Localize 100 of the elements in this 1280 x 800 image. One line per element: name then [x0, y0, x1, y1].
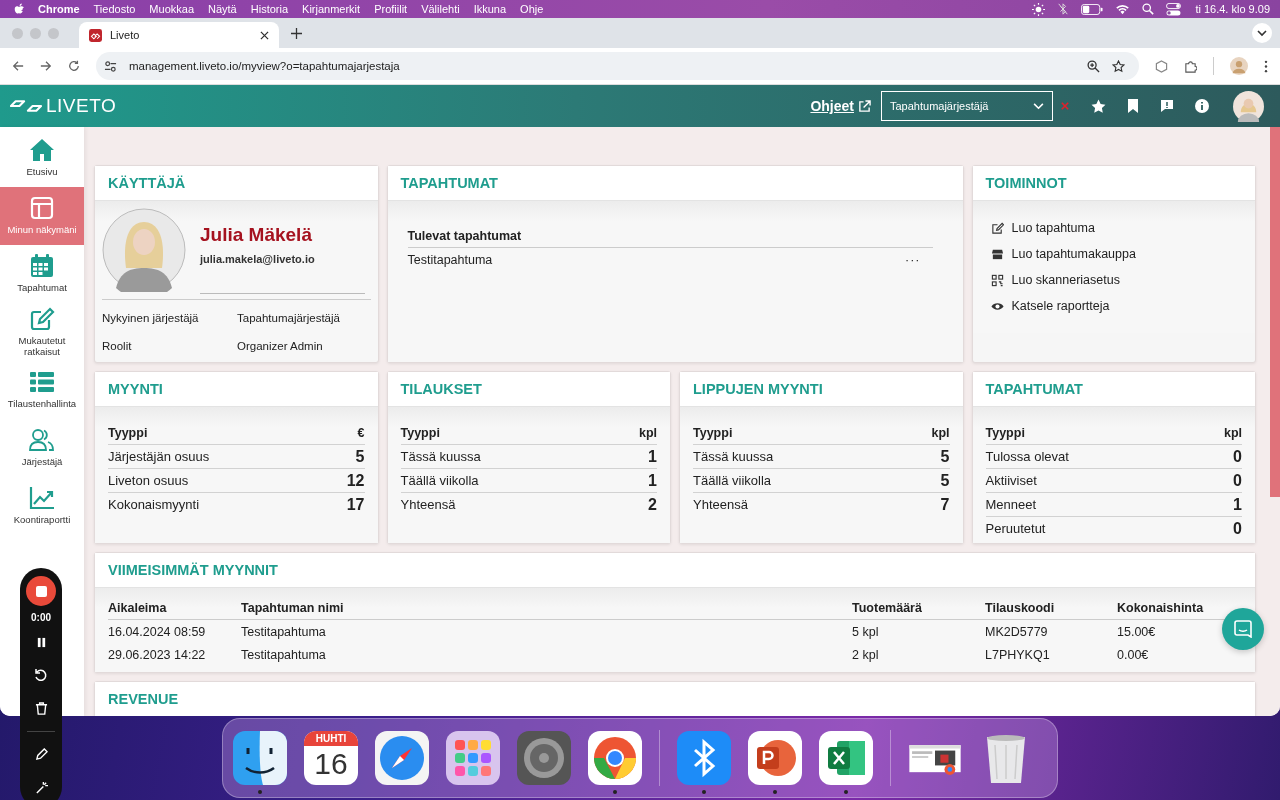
site-settings-icon[interactable] [104, 59, 117, 73]
table-cell: Kokonaismyynti [108, 497, 200, 512]
card-title: MYYNTI [95, 372, 378, 407]
undo-icon[interactable] [34, 668, 48, 682]
star-icon[interactable] [1112, 59, 1125, 73]
trash-icon[interactable] [34, 702, 48, 715]
presentation-app-icon[interactable] [748, 731, 802, 785]
more-icon[interactable] [1264, 59, 1268, 73]
column-header: kpl [1223, 425, 1242, 440]
logo-icon [10, 99, 42, 113]
menu-item[interactable]: Profiilit [374, 3, 408, 15]
home-icon [29, 138, 55, 163]
brightness-icon[interactable] [1032, 2, 1046, 16]
search-icon[interactable] [1142, 3, 1155, 15]
more-menu[interactable]: ··· [905, 253, 921, 267]
calendar-app-icon[interactable]: HUHTI 16 [304, 731, 358, 785]
clock-text[interactable]: ti 16.4. klo 9.09 [1195, 3, 1270, 15]
menu-item[interactable]: Välilehti [421, 3, 460, 15]
action-link[interactable]: Katsele raportteja [1011, 299, 1110, 313]
sidebar-item[interactable]: Tapahtumat [0, 245, 84, 303]
sidebar-item[interactable]: Mukautetut ratkaisut [0, 303, 84, 361]
battery-icon[interactable] [1081, 3, 1104, 15]
extension-icon[interactable] [1155, 59, 1168, 73]
favicon-icon [89, 28, 102, 42]
card-title: LIPPUJEN MYYNTI [680, 372, 963, 407]
table-cell: 1 [648, 471, 657, 490]
address-bar[interactable]: management.liveto.io/myview?o=tapahtumajarjestaja [96, 52, 1139, 80]
sidebar-item[interactable]: Tilaustenhallinta [0, 361, 84, 419]
puzzle-icon[interactable] [1184, 59, 1197, 73]
table-cell: 1 [648, 447, 657, 466]
zoom-icon[interactable] [1087, 59, 1100, 73]
event-link[interactable]: Testitapahtuma [407, 253, 493, 267]
menu-item[interactable]: Chrome [38, 3, 80, 15]
menu-item[interactable]: Tiedosto [93, 3, 136, 15]
sidebar-item[interactable]: Koontiraportti [0, 477, 84, 535]
bluetooth-icon[interactable] [677, 731, 731, 785]
bookmark-icon[interactable] [1127, 99, 1139, 113]
action-link[interactable]: Luo tapahtuma [1011, 221, 1095, 235]
bluetooth-off-icon[interactable] [1057, 3, 1070, 15]
reload-icon[interactable] [68, 60, 80, 72]
menu-item[interactable]: Ohje [520, 3, 544, 15]
menu-item[interactable]: Näytä [208, 3, 237, 15]
browser-app-icon[interactable] [588, 731, 642, 785]
table-cell: 2 [648, 495, 657, 514]
menu-item[interactable]: Ikkuna [473, 3, 507, 15]
new-tab-icon[interactable] [291, 27, 302, 39]
sparkle-icon[interactable] [34, 781, 48, 794]
menu-item[interactable]: Muokkaa [149, 3, 194, 15]
wifi-icon[interactable] [1115, 3, 1131, 15]
table-cell: Tulossa olevat [985, 449, 1069, 464]
close-icon[interactable] [260, 30, 269, 40]
apple-icon[interactable] [14, 2, 26, 16]
card-title: TAPAHTUMAT [972, 372, 1255, 407]
star-icon[interactable] [1091, 98, 1106, 114]
action-link[interactable]: Luo skanneriasetus [1011, 273, 1120, 287]
external-link-icon[interactable] [858, 99, 871, 113]
table-cell-text: 0.00€ [1117, 647, 1150, 662]
info-icon[interactable] [1195, 99, 1209, 113]
table-cell-text: 2 kpl [852, 647, 880, 662]
logo-text[interactable]: LIVETO [46, 95, 117, 117]
spreadsheet-app-icon[interactable] [819, 731, 873, 785]
chevron-down-icon [1033, 102, 1044, 110]
smiling-face-icon[interactable] [233, 731, 287, 785]
back-icon[interactable] [12, 60, 24, 72]
stop-button[interactable] [26, 576, 56, 606]
edit-icon [990, 221, 1004, 235]
table-cell: Menneet [985, 497, 1037, 512]
sidebar-item[interactable]: Järjestäjä [0, 419, 84, 477]
table-cell-text: Testitapahtuma [241, 624, 327, 639]
column-header: Tyyppi [693, 425, 733, 440]
column-header: Tilauskoodi [985, 600, 1056, 615]
app-grid-icon[interactable] [446, 731, 500, 785]
user-avatar[interactable] [1233, 90, 1264, 122]
column-header: Tyyppi [985, 425, 1025, 440]
action-link[interactable]: Luo tapahtumakauppa [1011, 247, 1136, 261]
browser-tab[interactable]: Liveto [79, 22, 279, 48]
gear-icon[interactable] [517, 731, 571, 785]
calendar-icon [29, 254, 55, 279]
chevron-down-icon[interactable] [1252, 23, 1272, 43]
table-cell: 0 [1233, 447, 1242, 466]
forward-icon[interactable] [40, 60, 52, 72]
user-name: Julia Mäkelä [200, 224, 313, 246]
scrollbar-thumb[interactable] [1270, 127, 1280, 497]
pause-icon[interactable] [35, 637, 47, 648]
organizer-select[interactable]: Tapahtumajärjestäjä [881, 91, 1053, 121]
help-link[interactable]: Ohjeet [810, 98, 854, 114]
table-cell: 0 [1233, 519, 1242, 538]
table-cell: 5 [355, 447, 365, 466]
menu-item[interactable]: Kirjanmerkit [302, 3, 361, 15]
table-cell: Täällä viikolla [693, 473, 772, 488]
menu-item[interactable]: Historia [250, 3, 289, 15]
compass-icon[interactable] [375, 731, 429, 785]
table-cell-text: L7PHYKQ1 [985, 647, 1051, 662]
list-icon [29, 370, 55, 395]
pencil-icon[interactable] [34, 748, 48, 761]
field-value: Organizer Admin [237, 340, 324, 352]
control-center-icon[interactable] [1166, 2, 1182, 16]
chat-icon [1234, 620, 1252, 638]
sidebar-item[interactable]: Etusivu [0, 129, 84, 187]
message-icon[interactable] [1160, 99, 1174, 113]
